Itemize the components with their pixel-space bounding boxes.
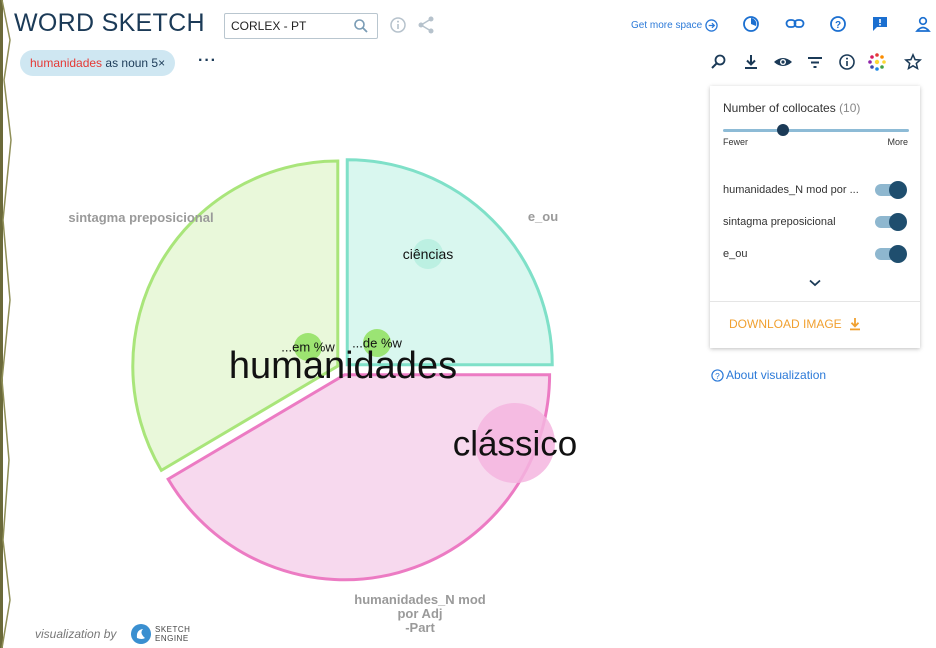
- center-word: humanidades: [229, 345, 457, 387]
- download-icon: [849, 318, 860, 331]
- relation-toggle[interactable]: [875, 245, 907, 263]
- collocates-header: Number of collocates (10): [723, 101, 860, 115]
- settings-panel: Number of collocates (10) Fewer More hum…: [710, 86, 920, 348]
- about-visualization-link[interactable]: ? About visualization: [711, 368, 826, 382]
- download-image-label: DOWNLOAD IMAGE: [729, 317, 842, 331]
- collocate-word: clássico: [453, 424, 577, 463]
- relation-label: e_ou: [723, 248, 748, 260]
- relation-toggle[interactable]: [875, 213, 907, 231]
- panel-divider: [710, 301, 920, 302]
- slice-label: -Part: [405, 620, 435, 635]
- collocates-count: (10): [839, 101, 861, 115]
- slice-label: humanidades_N mod: [354, 592, 486, 607]
- collocate-word: ...em %w: [281, 340, 335, 355]
- collocates-label: Number of collocates: [723, 101, 836, 115]
- relation-row: sintagma preposicional: [723, 213, 909, 233]
- collocate-word: ...de %w: [352, 336, 402, 351]
- download-image-button[interactable]: DOWNLOAD IMAGE: [729, 317, 862, 331]
- help-icon: ?: [711, 368, 724, 382]
- about-visualization-label: About visualization: [726, 368, 827, 382]
- relation-label: humanidades_N mod por ...: [723, 184, 859, 196]
- svg-text:?: ?: [715, 370, 720, 380]
- relation-row: humanidades_N mod por ...: [723, 181, 909, 201]
- slider-min-label: Fewer: [723, 137, 749, 147]
- logo-text-bottom: ENGINE: [155, 634, 189, 643]
- collocate-word: ciências: [403, 246, 454, 262]
- relation-toggle[interactable]: [875, 181, 907, 199]
- chevron-down-icon[interactable]: [809, 279, 821, 287]
- collocates-slider[interactable]: [723, 124, 909, 136]
- visualization-credit: visualization by: [35, 627, 117, 641]
- relation-row: e_ou: [723, 245, 909, 265]
- slider-max-label: More: [887, 137, 908, 147]
- sketch-engine-logo: SKETCH ENGINE: [130, 623, 190, 645]
- logo-text-top: SKETCH: [155, 625, 191, 634]
- slice-label: sintagma preposicional: [68, 210, 213, 225]
- sketch-engine-logo-icon: [131, 624, 151, 644]
- slice-label: e_ou: [528, 209, 558, 224]
- slider-handle[interactable]: [776, 124, 789, 136]
- relation-label: sintagma preposicional: [723, 216, 836, 228]
- slice-label: por Adj: [397, 606, 442, 621]
